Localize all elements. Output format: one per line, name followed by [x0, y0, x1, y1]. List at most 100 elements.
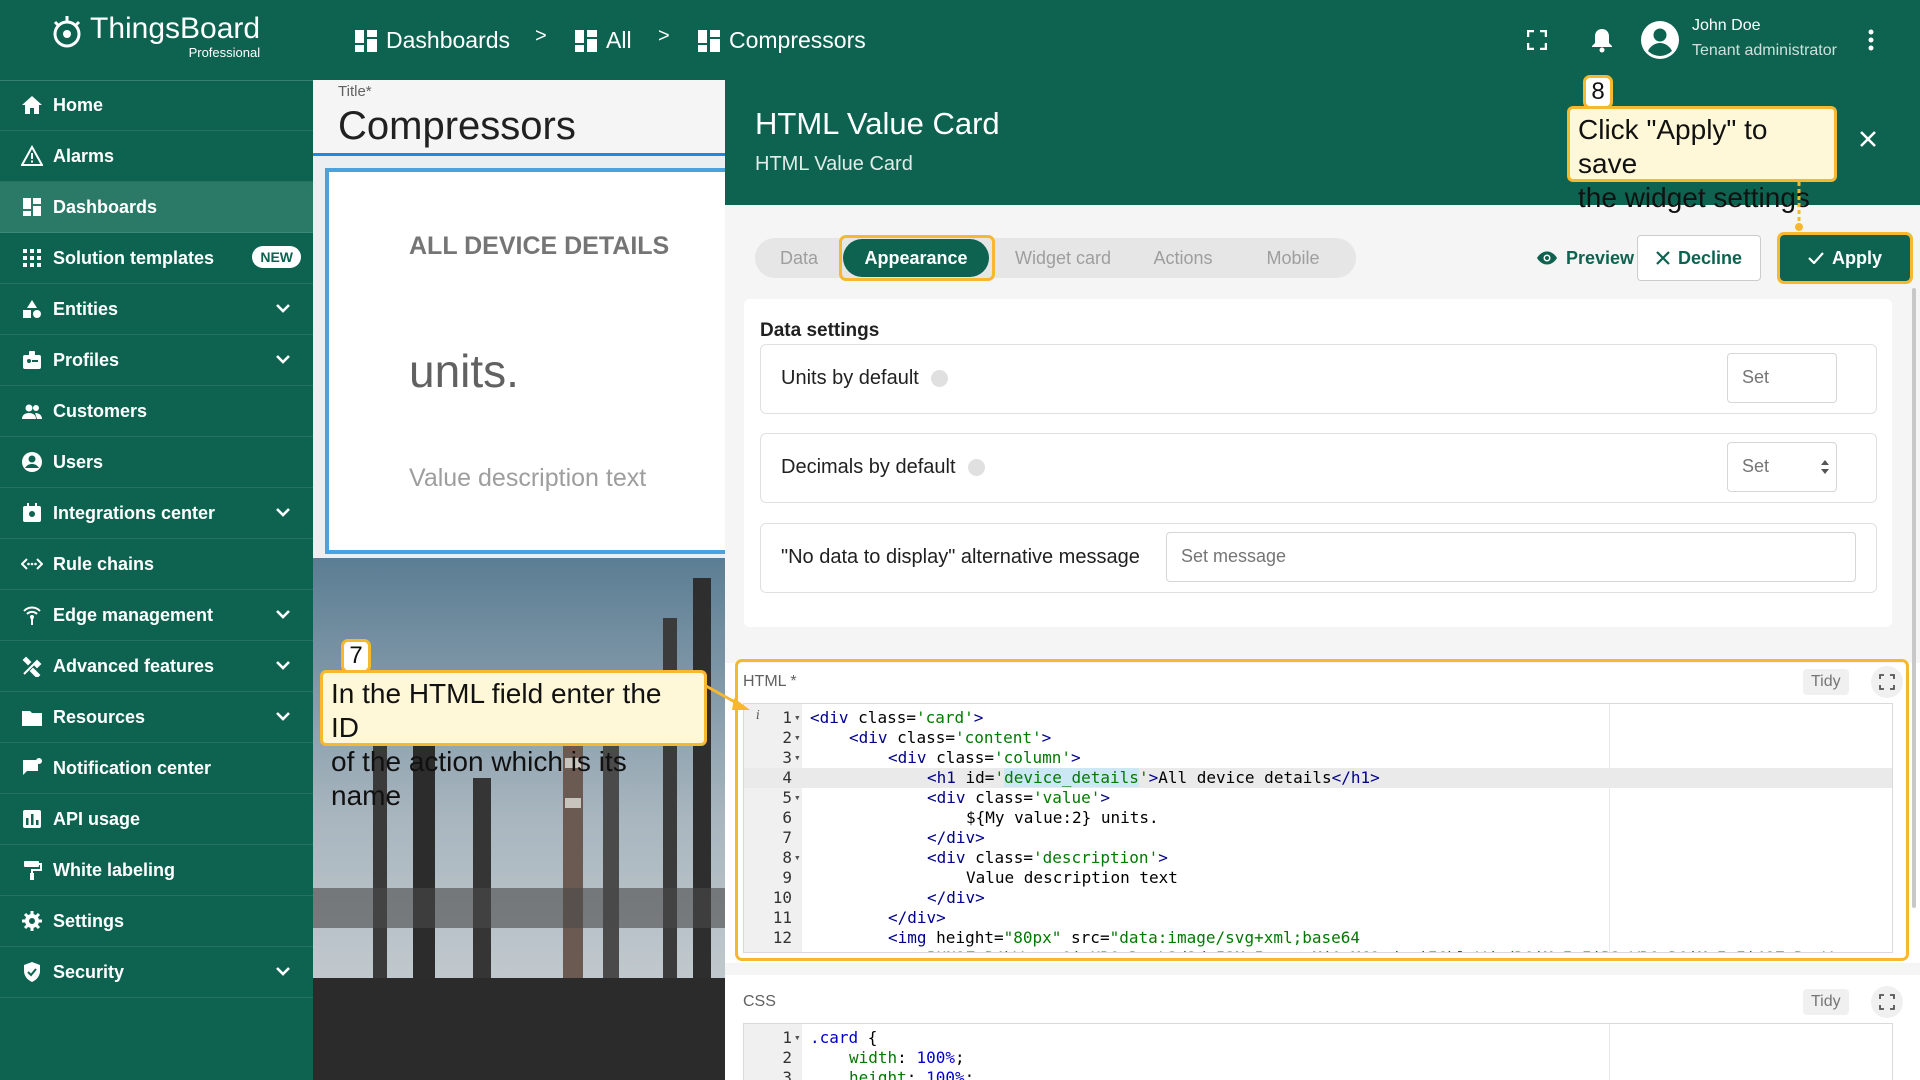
widget-title: ALL DEVICE DETAILS	[409, 232, 670, 260]
step-8-callout: Click "Apply" to save the widget setting…	[1567, 106, 1837, 213]
sidebar-item-edge-management[interactable]: Edge management	[0, 590, 313, 641]
info-icon[interactable]	[967, 459, 985, 476]
code-text: height: 100%;	[849, 1068, 974, 1080]
code-token: :	[897, 1048, 917, 1067]
sidebar-item-security[interactable]: Security	[0, 947, 313, 998]
css-code-editor[interactable]: 1 ▾ .card {2 width: 100%; 3 height: 100%;	[743, 1023, 1893, 1080]
tab-actions[interactable]: Actions	[1133, 238, 1233, 278]
callout-line: Click "Apply" to save	[1578, 114, 1768, 179]
line-number: 2	[782, 1048, 792, 1067]
chevron-down-icon[interactable]	[275, 655, 291, 675]
dashboard-title-input[interactable]: Compressors	[338, 104, 576, 149]
preview-button[interactable]: Preview	[1515, 235, 1655, 281]
tab-widget-card[interactable]: Widget card	[993, 238, 1133, 278]
code-token: height	[849, 1068, 907, 1080]
code-token: width	[849, 1048, 898, 1067]
breadcrumb-compressors[interactable]: Compressors	[698, 27, 866, 54]
sidebar-item-white-labeling[interactable]: White labeling	[0, 845, 313, 896]
sidebar: ThingsBoard Professional Home Alarms Dashb…	[0, 0, 313, 1080]
chevron-down-icon[interactable]	[275, 961, 291, 981]
css-tidy-button[interactable]: Tidy	[1803, 989, 1849, 1015]
preview-label: Preview	[1565, 247, 1635, 268]
insert-chart-icon	[21, 808, 43, 830]
dashboard-title-label: Title*	[338, 83, 372, 100]
thingsboard-logo-icon	[53, 16, 81, 48]
info-icon[interactable]	[930, 370, 948, 387]
breadcrumb-label: Dashboards	[386, 27, 511, 53]
sidebar-item-customers[interactable]: Customers	[0, 386, 313, 437]
chevron-down-icon[interactable]	[275, 502, 291, 522]
notification-chat-icon	[21, 757, 43, 779]
dashboard-grid-icon	[21, 196, 43, 218]
fullscreen-icon[interactable]	[1527, 30, 1547, 50]
widget-value: units.	[409, 345, 519, 397]
sidebar-item-dashboards[interactable]: Dashboards	[0, 182, 313, 233]
css-fullscreen-button[interactable]	[1871, 986, 1903, 1018]
sidebar-item-rule-chains[interactable]: Rule chains	[0, 539, 313, 590]
units-input[interactable]: Set	[1727, 353, 1837, 403]
chevron-down-icon[interactable]	[275, 349, 291, 369]
avatar[interactable]	[1640, 20, 1680, 60]
line-number: 3	[782, 1068, 792, 1080]
format-paint-icon	[21, 859, 43, 881]
chevron-down-icon[interactable]	[275, 298, 291, 318]
sidebar-item-label: Resources	[53, 706, 146, 727]
stepper-arrows-icon[interactable]	[1820, 459, 1830, 475]
panel-title: HTML Value Card	[755, 106, 1000, 141]
sidebar-item-solution-templates[interactable]: Solution templates NEW	[0, 233, 313, 284]
sidebar-item-profiles[interactable]: Profiles	[0, 335, 313, 386]
dashboard-canvas: Title* Compressors ALL DEVICE DETAILS un…	[313, 80, 725, 1080]
css-editor-section: CSS Tidy 1 ▾ .card {2 width: 100%; 3 height: …	[725, 975, 1920, 1080]
decimals-input[interactable]: Set	[1727, 442, 1837, 492]
callout-connector	[1795, 182, 1803, 231]
tab-mobile[interactable]: Mobile	[1233, 238, 1353, 278]
fold-arrow-icon[interactable]: ▾	[794, 1028, 801, 1048]
dashboard-grid-icon	[355, 29, 377, 52]
tab-data[interactable]: Data	[755, 238, 843, 278]
sidebar-item-users[interactable]: Users	[0, 437, 313, 488]
data-settings-card: Data settings Units by default Set Decim…	[744, 299, 1892, 627]
home-icon	[21, 94, 43, 116]
panel-scrollbar[interactable]	[1912, 288, 1916, 908]
chevron-down-icon[interactable]	[275, 706, 291, 726]
account-circle-icon	[21, 451, 43, 473]
eye-icon	[1536, 251, 1557, 265]
brand-logo[interactable]: ThingsBoard Professional	[50, 14, 260, 59]
sidebar-item-label: Security	[53, 961, 125, 982]
more-vert-icon[interactable]	[1868, 29, 1874, 51]
html-value-card-widget[interactable]: ALL DEVICE DETAILS units. Value descript…	[325, 168, 725, 554]
code-token: 100%	[916, 1048, 955, 1067]
sidebar-item-entities[interactable]: Entities	[0, 284, 313, 335]
chevron-down-icon[interactable]	[275, 604, 291, 624]
decline-button[interactable]: Decline	[1637, 235, 1761, 281]
sidebar-item-label: Dashboards	[53, 196, 158, 217]
sidebar-item-api-usage[interactable]: API usage	[0, 794, 313, 845]
code-line: 2 width: 100%;	[744, 1048, 1892, 1068]
breadcrumb-dashboards[interactable]: Dashboards	[355, 27, 510, 54]
decimals-placeholder: Set	[1742, 456, 1770, 476]
breadcrumb-all[interactable]: All	[575, 27, 632, 54]
close-icon[interactable]	[1859, 130, 1877, 148]
callout-line: In the HTML field enter the ID	[331, 678, 662, 743]
code-token: ;	[954, 1048, 965, 1067]
sidebar-item-integrations-center[interactable]: Integrations center	[0, 488, 313, 539]
router-icon	[21, 604, 43, 626]
sidebar-item-resources[interactable]: Resources	[0, 692, 313, 743]
sidebar-item-advanced-features[interactable]: Advanced features	[0, 641, 313, 692]
sidebar-item-alarms[interactable]: Alarms	[0, 131, 313, 182]
factory-background-image	[313, 558, 725, 1080]
code-token: :	[906, 1068, 927, 1080]
brand-name: ThingsBoard	[90, 12, 261, 45]
sidebar-item-notification-center[interactable]: Notification center	[0, 743, 313, 794]
sidebar-item-label: Settings	[53, 910, 125, 931]
sidebar-item-home[interactable]: Home	[0, 80, 313, 131]
notification-bell-icon[interactable]	[1591, 27, 1613, 53]
no-data-message-input[interactable]: Set message	[1166, 532, 1856, 582]
step-7-number: 7	[341, 639, 371, 673]
no-data-label: "No data to display" alternative message	[781, 546, 1140, 568]
sidebar-item-label: Advanced features	[53, 655, 215, 676]
apps-grid-icon	[21, 247, 43, 269]
shield-icon	[21, 961, 43, 983]
sidebar-item-settings[interactable]: Settings	[0, 896, 313, 947]
no-data-row: "No data to display" alternative message…	[760, 523, 1877, 593]
